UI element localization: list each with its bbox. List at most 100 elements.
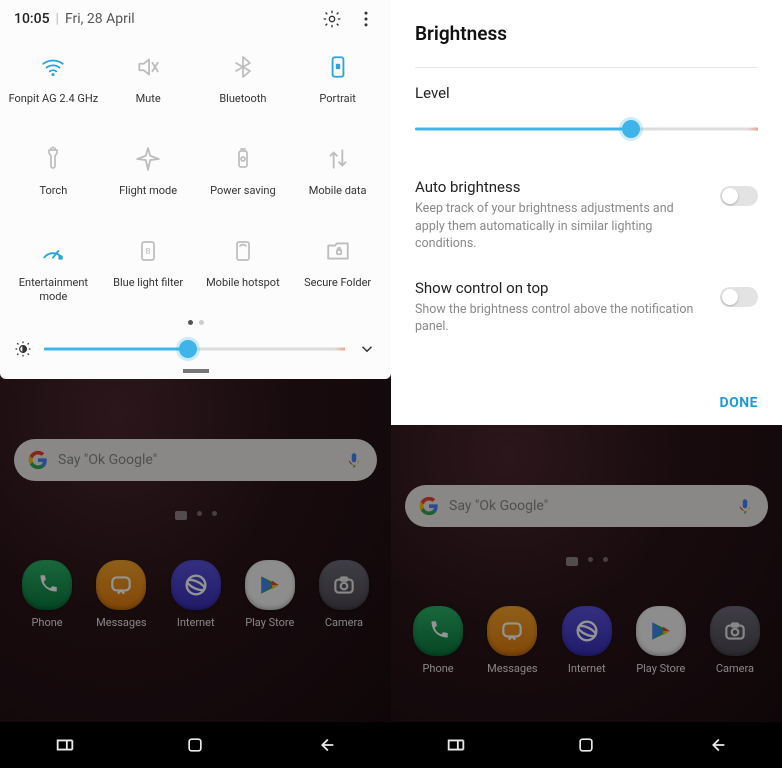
qs-tile-label: Mute bbox=[136, 92, 161, 118]
app-label: Phone bbox=[422, 662, 453, 675]
brightness-row bbox=[0, 335, 391, 365]
qs-tile-label: Fonpit AG 2.4 GHz bbox=[9, 92, 99, 118]
gauge-icon bbox=[34, 234, 72, 268]
settings-gear-icon[interactable] bbox=[321, 8, 343, 30]
toggle-switch[interactable] bbox=[720, 186, 758, 206]
airplane-icon bbox=[129, 142, 167, 176]
home-button[interactable] bbox=[574, 733, 598, 757]
app-icon bbox=[487, 606, 537, 656]
wifi-icon bbox=[34, 50, 72, 84]
overflow-menu-icon[interactable] bbox=[355, 8, 377, 30]
qs-tile-airplane[interactable]: Flight mode bbox=[101, 128, 196, 220]
qs-tile-label: Mobile data bbox=[309, 184, 367, 210]
navigation-bar bbox=[0, 722, 391, 768]
brightness-slider[interactable] bbox=[44, 337, 345, 361]
app-internet[interactable]: Internet bbox=[171, 560, 221, 629]
google-search-bar[interactable]: Say "Ok Google" bbox=[14, 439, 377, 481]
quick-settings-panel: 10:05 | Fri, 28 April Fonpit AG 2.4 GHz … bbox=[0, 0, 391, 379]
qs-tile-bluelight[interactable]: B Blue light filter bbox=[101, 220, 196, 314]
app-label: Camera bbox=[325, 616, 363, 629]
torch-icon bbox=[34, 142, 72, 176]
quick-settings-grid: Fonpit AG 2.4 GHz Mute Bluetooth Portrai… bbox=[0, 36, 391, 314]
qs-tile-mute[interactable]: Mute bbox=[101, 36, 196, 128]
svg-text:B: B bbox=[146, 247, 151, 256]
brightness-settings-sheet: Brightness Level Auto brightness Keep tr… bbox=[391, 0, 782, 425]
panel-drag-handle[interactable] bbox=[183, 369, 209, 373]
app-label: Play Store bbox=[245, 616, 294, 629]
recents-button[interactable] bbox=[53, 733, 77, 757]
app-icon bbox=[171, 560, 221, 610]
app-label: Play Store bbox=[636, 662, 685, 675]
qs-tile-wifi[interactable]: Fonpit AG 2.4 GHz bbox=[6, 36, 101, 128]
home-page-indicator bbox=[0, 511, 391, 520]
sheet-title: Brightness bbox=[415, 22, 758, 45]
mobiledata-icon bbox=[319, 142, 357, 176]
qs-tile-label: Mobile hotspot bbox=[206, 276, 280, 302]
clock-time: 10:05 bbox=[14, 11, 50, 27]
left-screenshot: 10:05 | Fri, 28 April Fonpit AG 2.4 GHz … bbox=[0, 0, 391, 768]
recents-button[interactable] bbox=[444, 733, 468, 757]
qs-tile-label: Flight mode bbox=[119, 184, 177, 210]
app-camera[interactable]: Camera bbox=[710, 606, 760, 675]
home-screen: Say "Ok Google" Phone Messages Internet … bbox=[391, 425, 782, 723]
app-phone[interactable]: Phone bbox=[413, 606, 463, 675]
hotspot-icon bbox=[224, 234, 262, 268]
app-label: Camera bbox=[716, 662, 754, 675]
qs-page-indicator bbox=[0, 314, 391, 335]
voice-search-icon[interactable] bbox=[345, 451, 363, 469]
level-slider[interactable] bbox=[415, 116, 758, 142]
setting-row: Show control on top Show the brightness … bbox=[415, 271, 758, 354]
toggle-switch[interactable] bbox=[720, 287, 758, 307]
search-placeholder: Say "Ok Google" bbox=[58, 452, 345, 468]
home-page-indicator bbox=[391, 557, 782, 566]
google-search-bar[interactable]: Say "Ok Google" bbox=[405, 485, 768, 527]
back-button[interactable] bbox=[705, 733, 729, 757]
app-play-store[interactable]: Play Store bbox=[636, 606, 686, 675]
qs-tile-gauge[interactable]: Entertainment mode bbox=[6, 220, 101, 314]
app-icon bbox=[96, 560, 146, 610]
qs-tile-hotspot[interactable]: Mobile hotspot bbox=[196, 220, 291, 314]
app-label: Messages bbox=[487, 662, 537, 675]
qs-tile-label: Torch bbox=[40, 184, 68, 210]
qs-tile-battery[interactable]: Power saving bbox=[196, 128, 291, 220]
qs-tile-torch[interactable]: Torch bbox=[6, 128, 101, 220]
bluetooth-icon bbox=[224, 50, 262, 84]
qs-tile-label: Entertainment mode bbox=[8, 276, 99, 304]
expand-brightness-icon[interactable] bbox=[355, 340, 379, 358]
portrait-icon bbox=[319, 50, 357, 84]
app-internet[interactable]: Internet bbox=[562, 606, 612, 675]
app-icon bbox=[245, 560, 295, 610]
search-placeholder: Say "Ok Google" bbox=[449, 498, 736, 514]
right-screenshot: Brightness Level Auto brightness Keep tr… bbox=[391, 0, 782, 768]
app-label: Messages bbox=[96, 616, 146, 629]
app-icon bbox=[319, 560, 369, 610]
qs-tile-mobiledata[interactable]: Mobile data bbox=[290, 128, 385, 220]
app-label: Internet bbox=[568, 662, 606, 675]
home-screen: Say "Ok Google" Phone Messages Internet … bbox=[0, 379, 391, 723]
qs-tile-label: Bluetooth bbox=[219, 92, 266, 118]
clock-date: Fri, 28 April bbox=[65, 11, 135, 27]
app-play-store[interactable]: Play Store bbox=[245, 560, 295, 629]
done-button[interactable]: DONE bbox=[719, 395, 758, 411]
securefolder-icon bbox=[319, 234, 357, 268]
back-button[interactable] bbox=[314, 733, 338, 757]
qs-tile-securefolder[interactable]: Secure Folder bbox=[290, 220, 385, 314]
app-label: Internet bbox=[177, 616, 215, 629]
app-messages[interactable]: Messages bbox=[96, 560, 146, 629]
app-phone[interactable]: Phone bbox=[22, 560, 72, 629]
app-camera[interactable]: Camera bbox=[319, 560, 369, 629]
setting-row: Auto brightness Keep track of your brigh… bbox=[415, 170, 758, 271]
home-button[interactable] bbox=[183, 733, 207, 757]
qs-header: 10:05 | Fri, 28 April bbox=[0, 0, 391, 36]
qs-tile-bluetooth[interactable]: Bluetooth bbox=[196, 36, 291, 128]
app-messages[interactable]: Messages bbox=[487, 606, 537, 675]
setting-title: Show control on top bbox=[415, 279, 706, 297]
app-label: Phone bbox=[31, 616, 62, 629]
voice-search-icon[interactable] bbox=[736, 497, 754, 515]
navigation-bar bbox=[391, 722, 782, 768]
qs-tile-portrait[interactable]: Portrait bbox=[290, 36, 385, 128]
bluelight-icon: B bbox=[129, 234, 167, 268]
auto-brightness-icon[interactable] bbox=[12, 339, 34, 359]
setting-description: Keep track of your brightness adjustment… bbox=[415, 200, 706, 253]
mute-icon bbox=[129, 50, 167, 84]
